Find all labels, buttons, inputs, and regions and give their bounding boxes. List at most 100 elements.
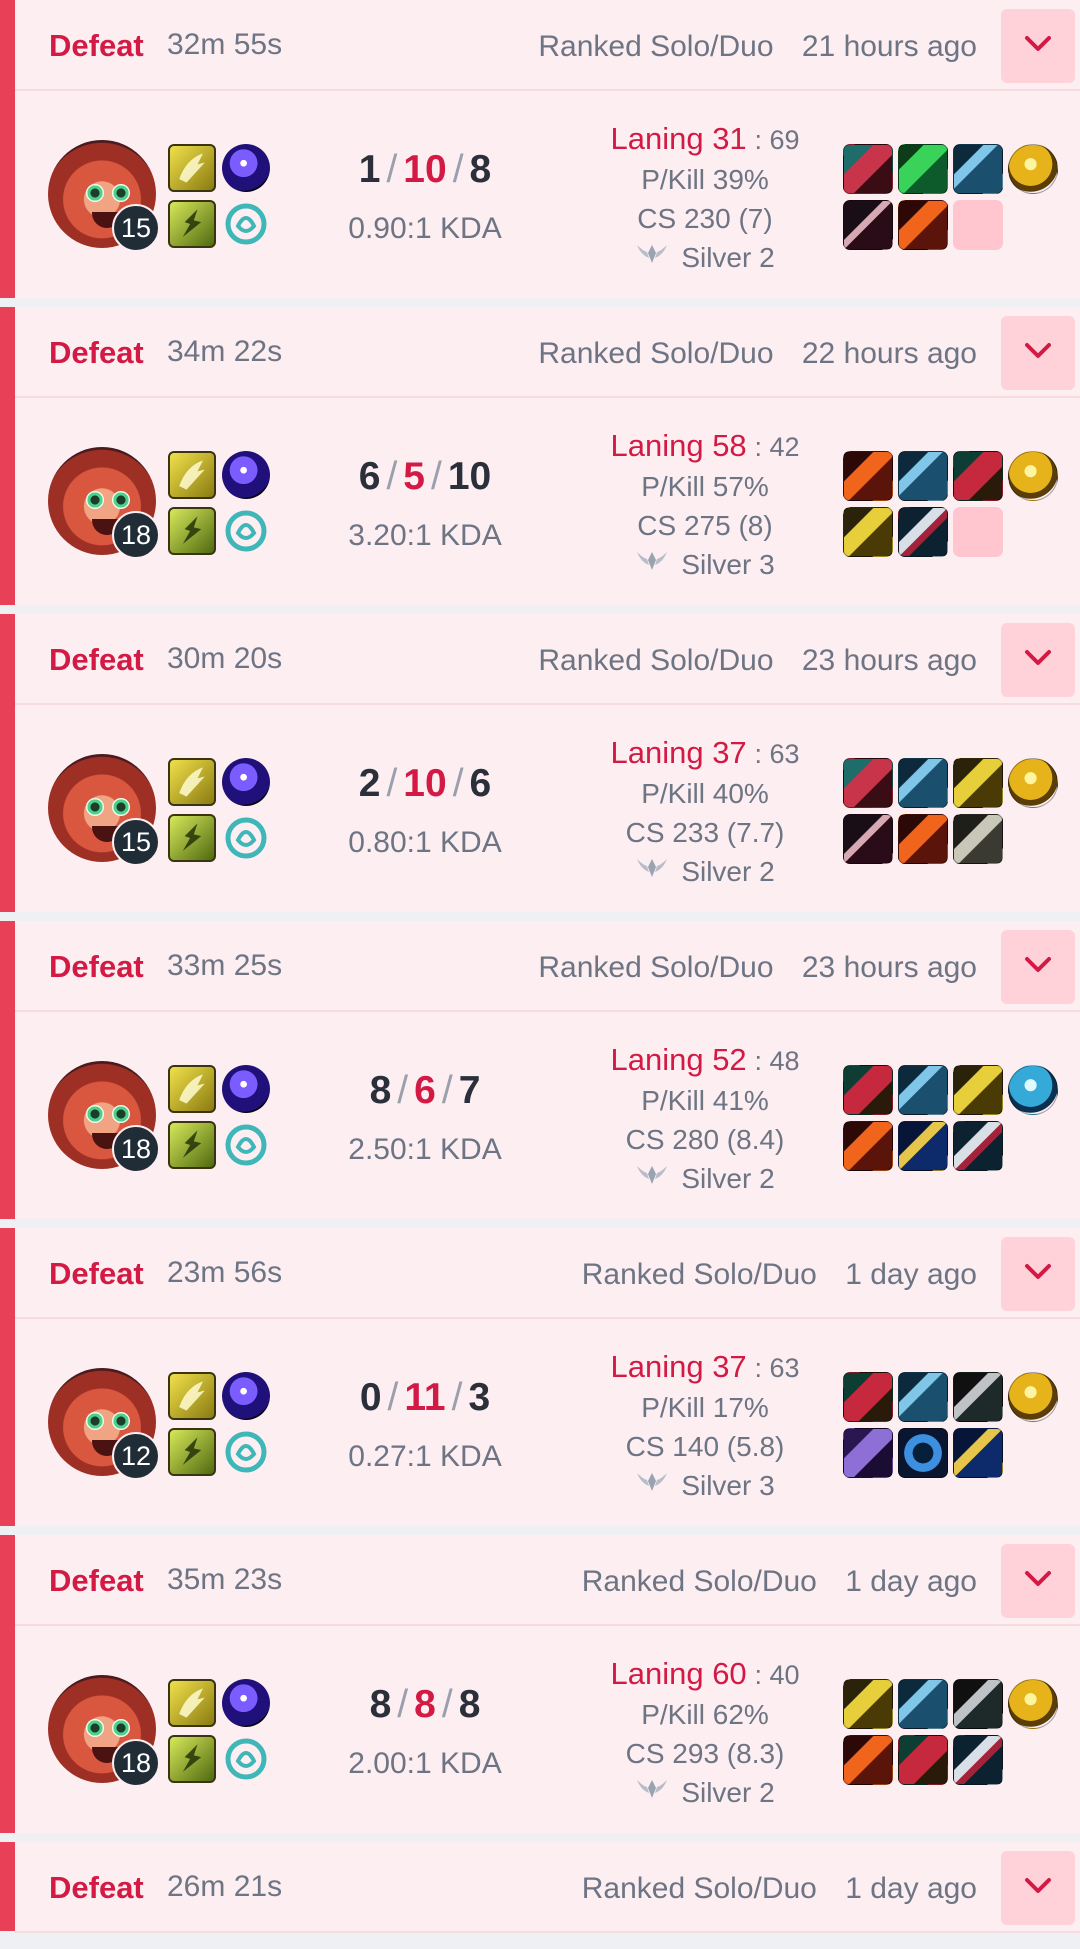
expand-button[interactable] [1001,1544,1075,1618]
item-steel-spear-icon[interactable] [898,451,948,501]
item-steel-spear-icon[interactable] [898,1065,948,1115]
match-card[interactable]: Defeat 30m 20s Ranked Solo/Duo 23 hours … [0,614,1080,912]
item-gold-orb-icon[interactable] [1008,1372,1058,1422]
champion-portrait[interactable]: 18 [48,1675,160,1787]
item-red-boots-icon[interactable] [953,451,1003,501]
champion-portrait[interactable]: 15 [48,140,160,252]
item-gold-staff-icon[interactable] [898,1121,948,1171]
secondary-rune-icon[interactable] [222,814,270,862]
item-steel-spear-icon[interactable] [953,144,1003,194]
match-meta: Ranked Solo/Duo 22 hours ago [538,337,977,371]
item-red-blade-icon[interactable] [843,758,893,808]
item-gold-orb-icon[interactable] [1008,1679,1058,1729]
flash-spell-icon[interactable] [168,1372,216,1420]
item-green-blade-icon[interactable] [898,144,948,194]
flash-spell-icon[interactable] [168,758,216,806]
item-gold-orb-icon[interactable] [1008,144,1058,194]
time-ago: 23 hours ago [801,644,977,677]
item-red-boots-icon[interactable] [843,1372,893,1422]
champion-portrait[interactable]: 15 [48,754,160,866]
flash-spell-icon[interactable] [168,1679,216,1727]
secondary-rune-icon[interactable] [222,1735,270,1783]
item-red-boots-icon[interactable] [898,1735,948,1785]
champion-level-badge: 15 [112,204,160,252]
item-red-blade-icon[interactable] [843,144,893,194]
queue-type: Ranked Solo/Duo [538,951,774,984]
ghost-spell-icon[interactable] [168,1735,216,1783]
keystone-rune-icon[interactable] [222,1065,270,1113]
flash-spell-icon[interactable] [168,1065,216,1113]
keystone-rune-icon[interactable] [222,1372,270,1420]
secondary-rune-icon[interactable] [222,507,270,555]
item-steel-spear-icon[interactable] [898,758,948,808]
ghost-spell-icon[interactable] [168,507,216,555]
item-dark-sword-icon[interactable] [843,814,893,864]
item-dark-axe-icon[interactable] [953,1372,1003,1422]
item-blue-orb-icon[interactable] [1008,1065,1058,1115]
flash-spell-icon[interactable] [168,144,216,192]
secondary-rune-icon[interactable] [222,1428,270,1476]
item-steel-spear-icon[interactable] [898,1679,948,1729]
item-gold-blade-icon[interactable] [843,507,893,557]
keystone-rune-icon[interactable] [222,144,270,192]
champion-portrait[interactable]: 18 [48,1061,160,1173]
item-steel-claw-icon[interactable] [898,507,948,557]
average-tier: Silver 2 [560,1773,850,1812]
ghost-spell-icon[interactable] [168,200,216,248]
ghost-spell-icon[interactable] [168,1121,216,1169]
item-gold-staff-icon[interactable] [953,1428,1003,1478]
expand-button[interactable] [1001,9,1075,83]
expand-button[interactable] [1001,623,1075,697]
item-dark-axe-icon[interactable] [953,1679,1003,1729]
item-steel-claw-icon[interactable] [953,1735,1003,1785]
expand-button[interactable] [1001,1237,1075,1311]
match-card[interactable]: Defeat 26m 21s Ranked Solo/Duo 1 day ago [0,1842,1080,1933]
ghost-spell-icon[interactable] [168,814,216,862]
flash-spell-icon[interactable] [168,451,216,499]
item-fire-sword-icon[interactable] [898,200,948,250]
item-fire-sword-icon[interactable] [843,451,893,501]
item-blue-ring-icon[interactable] [898,1428,948,1478]
expand-button[interactable] [1001,930,1075,1004]
laning-score: Laning 31 : 69 [610,121,800,156]
ghost-spell-icon[interactable] [168,1428,216,1476]
match-result: Defeat [49,1870,144,1905]
item-gold-orb-icon[interactable] [1008,758,1058,808]
kill-participation: P/Kill 17% [641,1392,769,1423]
champion-portrait[interactable]: 18 [48,447,160,559]
item-steel-claw-icon[interactable] [953,1121,1003,1171]
kill-participation: P/Kill 39% [641,164,769,195]
match-card[interactable]: Defeat 33m 25s Ranked Solo/Duo 23 hours … [0,921,1080,1219]
match-card[interactable]: Defeat 34m 22s Ranked Solo/Duo 22 hours … [0,307,1080,605]
match-header: Defeat 26m 21s Ranked Solo/Duo 1 day ago [15,1842,1080,1933]
expand-button[interactable] [1001,316,1075,390]
item-fire-sword-icon[interactable] [843,1121,893,1171]
item-dark-sword-icon[interactable] [843,200,893,250]
item-fire-sword-icon[interactable] [898,814,948,864]
match-card[interactable]: Defeat 23m 56s Ranked Solo/Duo 1 day ago… [0,1228,1080,1526]
champion-portrait[interactable]: 12 [48,1368,160,1480]
item-fire-sword-icon[interactable] [843,1735,893,1785]
item-gold-blade-icon[interactable] [953,758,1003,808]
keystone-rune-icon[interactable] [222,451,270,499]
secondary-rune-icon[interactable] [222,200,270,248]
keystone-rune-icon[interactable] [222,1679,270,1727]
item-gold-blade-icon[interactable] [843,1679,893,1729]
match-meta: Ranked Solo/Duo 1 day ago [582,1872,977,1906]
keystone-rune-icon[interactable] [222,758,270,806]
item-red-boots-icon[interactable] [843,1065,893,1115]
item-purple-cloak-icon[interactable] [843,1428,893,1478]
expand-button[interactable] [1001,1851,1075,1925]
match-card[interactable]: Defeat 32m 55s Ranked Solo/Duo 21 hours … [0,0,1080,298]
item-gold-orb-icon[interactable] [1008,451,1058,501]
item-steel-spear-icon[interactable] [898,1372,948,1422]
average-tier: Silver 3 [560,545,850,584]
match-header: Defeat 30m 20s Ranked Solo/Duo 23 hours … [15,614,1080,705]
item-gold-blade-icon[interactable] [953,1065,1003,1115]
laning-score: Laning 58 : 42 [610,428,800,463]
item-grey-sword-icon[interactable] [953,814,1003,864]
match-card[interactable]: Defeat 35m 23s Ranked Solo/Duo 1 day ago… [0,1535,1080,1833]
average-tier: Silver 2 [560,1159,850,1198]
kills: 2 [358,762,381,805]
secondary-rune-icon[interactable] [222,1121,270,1169]
